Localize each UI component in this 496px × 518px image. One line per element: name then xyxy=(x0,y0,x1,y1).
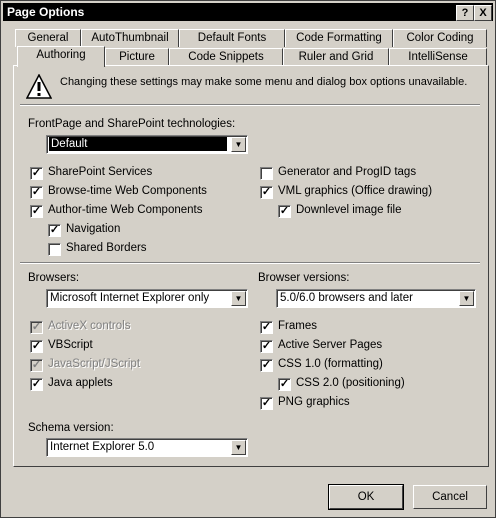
help-button[interactable]: ? xyxy=(456,5,474,21)
checkbox: ✓ xyxy=(30,321,43,334)
checkbox-label[interactable]: Navigation xyxy=(66,223,120,235)
checkbox[interactable]: ✓ xyxy=(260,397,273,410)
checkbox-label[interactable]: Generator and ProgID tags xyxy=(278,166,416,178)
tab-picture[interactable]: Picture xyxy=(105,48,169,66)
divider xyxy=(20,104,480,106)
page-options-dialog: Page Options ? X General AutoThumbnail D… xyxy=(0,0,496,518)
checkbox[interactable] xyxy=(260,167,273,180)
ok-button[interactable]: OK xyxy=(328,484,404,510)
checkbox-label[interactable]: VBScript xyxy=(48,339,93,351)
window-title: Page Options xyxy=(7,5,85,19)
warning-icon xyxy=(26,74,52,99)
browsers-select[interactable]: Microsoft Internet Explorer only ▼ xyxy=(46,289,248,308)
frontpage-select[interactable]: Default ▼ xyxy=(46,135,248,154)
checkbox-label: ActiveX controls xyxy=(48,320,131,332)
frontpage-label: FrontPage and SharePoint technologies: xyxy=(28,118,236,130)
checkbox: ✓ xyxy=(30,359,43,372)
checkbox[interactable]: ✓ xyxy=(30,186,43,199)
authoring-panel: Changing these settings may make some me… xyxy=(13,65,489,467)
checkbox-label[interactable]: CSS 2.0 (positioning) xyxy=(296,377,405,389)
tab-default-fonts[interactable]: Default Fonts xyxy=(179,29,285,47)
checkbox-label[interactable]: CSS 1.0 (formatting) xyxy=(278,358,383,370)
checkbox[interactable]: ✓ xyxy=(30,340,43,353)
checkbox[interactable]: ✓ xyxy=(260,340,273,353)
checkbox[interactable]: ✓ xyxy=(260,186,273,199)
chevron-down-icon[interactable]: ▼ xyxy=(459,291,474,306)
checkbox-label[interactable]: Active Server Pages xyxy=(278,339,382,351)
tab-code-snippets[interactable]: Code Snippets xyxy=(169,48,283,66)
chevron-down-icon[interactable]: ▼ xyxy=(231,440,246,455)
checkbox[interactable] xyxy=(48,243,61,256)
schema-select[interactable]: Internet Explorer 5.0 ▼ xyxy=(46,438,248,457)
checkbox-label[interactable]: VML graphics (Office drawing) xyxy=(278,185,432,197)
close-button[interactable]: X xyxy=(474,5,492,21)
checkbox[interactable]: ✓ xyxy=(30,378,43,391)
checkbox-label[interactable]: Frames xyxy=(278,320,317,332)
checkbox[interactable]: ✓ xyxy=(260,359,273,372)
browser-versions-label: Browser versions: xyxy=(258,272,350,284)
checkbox-label[interactable]: PNG graphics xyxy=(278,396,350,408)
checkbox-label[interactable]: Downlevel image file xyxy=(296,204,401,216)
checkbox-label[interactable]: Java applets xyxy=(48,377,113,389)
tab-autothumbnail[interactable]: AutoThumbnail xyxy=(81,29,179,47)
divider xyxy=(20,262,480,264)
checkbox-label[interactable]: Browse-time Web Components xyxy=(48,185,207,197)
checkbox-label[interactable]: Shared Borders xyxy=(66,242,147,254)
checkbox[interactable]: ✓ xyxy=(48,224,61,237)
checkbox[interactable]: ✓ xyxy=(30,167,43,180)
schema-select-value: Internet Explorer 5.0 xyxy=(50,441,155,453)
warning-text: Changing these settings may make some me… xyxy=(60,76,468,88)
chevron-down-icon[interactable]: ▼ xyxy=(231,291,246,306)
checkbox-label[interactable]: Author-time Web Components xyxy=(48,204,202,216)
browsers-select-value: Microsoft Internet Explorer only xyxy=(50,292,210,304)
checkbox-label[interactable]: SharePoint Services xyxy=(48,166,152,178)
checkbox[interactable]: ✓ xyxy=(278,378,291,391)
tab-code-formatting[interactable]: Code Formatting xyxy=(285,29,393,47)
tab-intellisense[interactable]: IntelliSense xyxy=(389,48,487,66)
checkbox[interactable]: ✓ xyxy=(30,205,43,218)
tab-authoring[interactable]: Authoring xyxy=(17,46,105,67)
frontpage-select-value: Default xyxy=(49,137,227,151)
tab-ruler-and-grid[interactable]: Ruler and Grid xyxy=(283,48,389,66)
browser-versions-select-value: 5.0/6.0 browsers and later xyxy=(280,292,413,304)
tab-color-coding[interactable]: Color Coding xyxy=(393,29,487,47)
browser-versions-select[interactable]: 5.0/6.0 browsers and later ▼ xyxy=(276,289,476,308)
checkbox[interactable]: ✓ xyxy=(260,321,273,334)
checkbox[interactable]: ✓ xyxy=(278,205,291,218)
cancel-button[interactable]: Cancel xyxy=(413,485,487,509)
schema-label: Schema version: xyxy=(28,422,114,434)
checkbox-label: JavaScript/JScript xyxy=(48,358,141,370)
tab-general[interactable]: General xyxy=(15,29,81,47)
chevron-down-icon[interactable]: ▼ xyxy=(231,137,246,152)
browsers-label: Browsers: xyxy=(28,272,80,284)
title-bar: Page Options ? X xyxy=(3,3,493,21)
